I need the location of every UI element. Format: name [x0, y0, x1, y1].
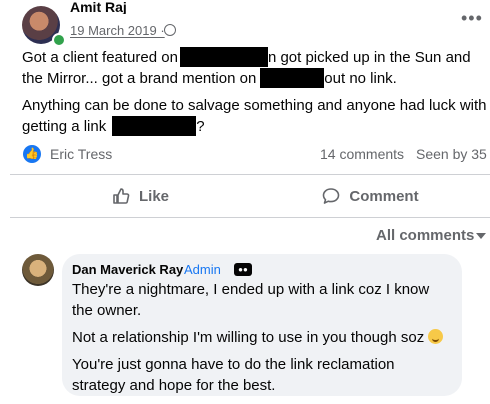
like-label: Like [138, 187, 169, 205]
reactor-name[interactable]: Eric Tress [50, 146, 112, 162]
thumbs-up-icon [113, 188, 130, 204]
comment-text-segment: Not a relationship I'm willing to use in… [72, 329, 425, 346]
grinning-emoji-icon [428, 329, 444, 344]
comment-text-line: They're a nightmare, I ended up with a l… [72, 281, 430, 298]
post-text-line-3: Anything can be done to salvage somethin… [22, 97, 487, 114]
commenter-avatar[interactable] [22, 254, 54, 286]
more-options-icon[interactable]: ••• [461, 8, 483, 29]
post-date[interactable]: 19 March 2019 · [70, 23, 165, 38]
seen-by-count[interactable]: Seen by 35 [416, 146, 487, 162]
post-text-line-1: Got a client featured on n got picked up … [22, 47, 490, 68]
post-text-line-2: the Mirror... got a brand mention on out … [22, 68, 490, 89]
all-comments-filter[interactable]: All comments [376, 227, 474, 244]
divider [10, 217, 490, 218]
comment-label: Comment [349, 187, 419, 205]
post-text-segment: n got picked up in the Sun and [267, 49, 471, 66]
post-text-line-4: getting a link? [22, 116, 490, 137]
post-text-segment: the Mirror... got a brand mention on [22, 70, 257, 87]
like-reaction-icon[interactable]: 👍 [23, 145, 41, 163]
comment-text-line: the owner. [72, 302, 142, 319]
redaction-block [112, 116, 197, 136]
group-badge-icon[interactable]: ●● [234, 263, 252, 276]
comments-count[interactable]: 14 comments [320, 146, 404, 162]
redaction-block [260, 68, 325, 88]
online-status-dot [52, 33, 66, 47]
post-text-segment: getting a link [22, 118, 107, 135]
comment-text-line: Not a relationship I'm willing to use in… [72, 327, 457, 348]
post-text-segment: ? [196, 118, 205, 135]
redaction-block [179, 47, 268, 67]
admin-badge: Admin [184, 262, 221, 277]
comment-text-line: You're just gonna have to do the link re… [72, 356, 395, 373]
comment-text-line: strategy and hope for the best. [72, 377, 276, 394]
post-author-name[interactable]: Amit Raj [70, 2, 127, 14]
audience-globe-icon[interactable] [164, 24, 176, 36]
caret-down-icon[interactable] [476, 233, 486, 239]
like-button[interactable]: Like [60, 179, 220, 213]
post-text-segment: out no link. [324, 70, 397, 87]
comment-author-name[interactable]: Dan Maverick Ray [72, 262, 183, 277]
post-text-segment: Got a client featured on [22, 49, 178, 66]
comment-button[interactable]: Comment [290, 179, 450, 213]
speech-bubble-icon [323, 188, 340, 204]
divider [10, 174, 490, 175]
